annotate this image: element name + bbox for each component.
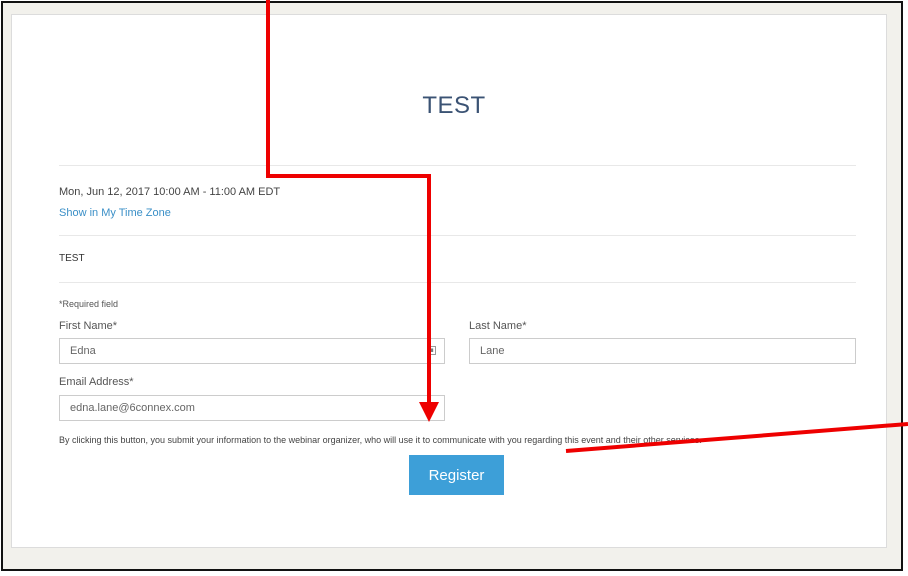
email-label: Email Address* bbox=[59, 376, 134, 388]
event-description: TEST bbox=[59, 253, 85, 264]
first-name-label: First Name* bbox=[59, 320, 118, 332]
last-name-label: Last Name* bbox=[469, 320, 527, 332]
show-in-my-timezone-link[interactable]: Show in My Time Zone bbox=[59, 207, 171, 219]
first-name-field[interactable] bbox=[59, 338, 445, 364]
required-field-note: *Required field bbox=[59, 299, 119, 309]
register-button[interactable]: Register bbox=[409, 455, 504, 495]
event-datetime: Mon, Jun 12, 2017 10:00 AM - 11:00 AM ED… bbox=[59, 186, 281, 198]
divider-middle bbox=[59, 235, 856, 236]
autofill-icon[interactable]: ▪ bbox=[427, 346, 436, 355]
consent-text: By clicking this button, you submit your… bbox=[59, 435, 702, 445]
last-name-field[interactable] bbox=[469, 338, 856, 364]
email-field[interactable] bbox=[59, 395, 445, 421]
event-title: TEST bbox=[422, 92, 486, 119]
divider-top bbox=[59, 165, 856, 166]
divider-form bbox=[59, 282, 856, 283]
